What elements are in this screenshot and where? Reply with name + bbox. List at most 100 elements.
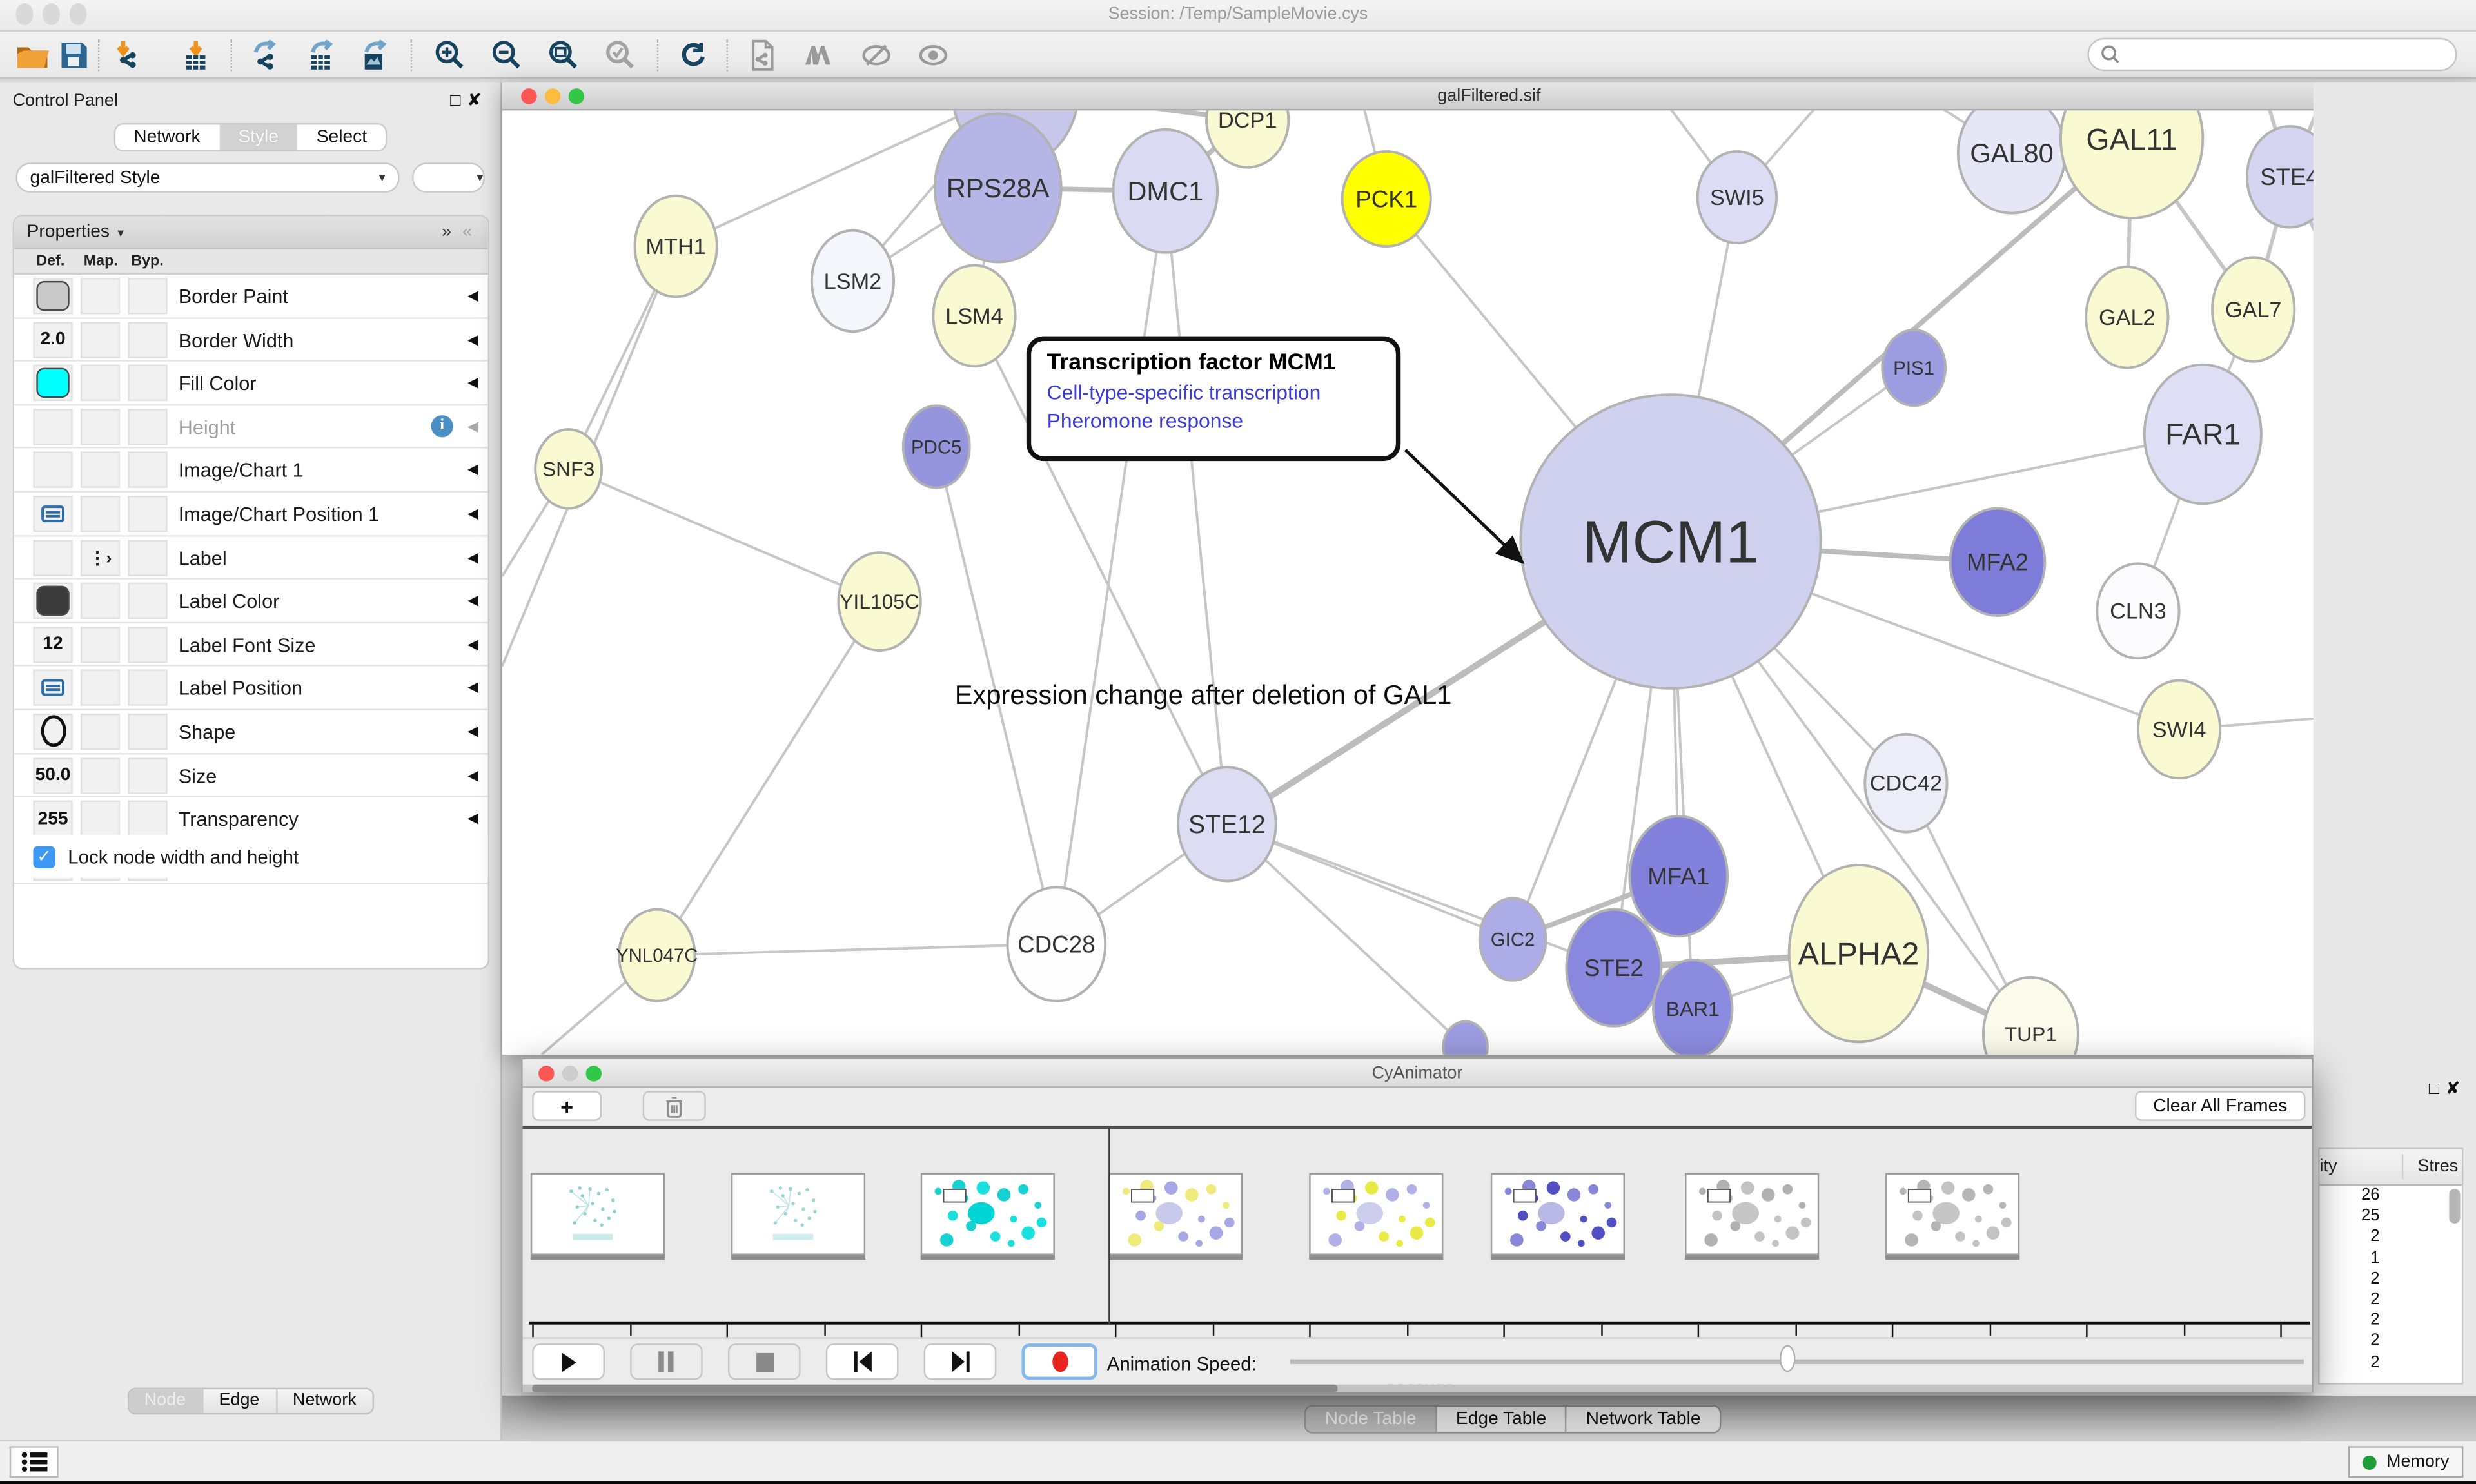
default-value[interactable]: 50.0	[35, 766, 71, 785]
map-cell[interactable]	[81, 670, 120, 706]
timeline-frame-4[interactable]	[1309, 1173, 1443, 1255]
def-cell[interactable]	[33, 714, 72, 750]
table-row[interactable]: 2	[2320, 1352, 2462, 1372]
search-input[interactable]	[2121, 45, 2421, 64]
property-row-image-chart-position-1[interactable]: Image/Chart Position 1◀	[14, 493, 488, 536]
table-scrollbar[interactable]	[2449, 1189, 2460, 1371]
timeline-frame-5[interactable]	[1491, 1173, 1625, 1255]
info-icon[interactable]: i	[431, 415, 453, 437]
default-value[interactable]: 2.0	[40, 330, 65, 349]
discrete-mapping-icon[interactable]: ⋮›	[89, 547, 112, 568]
map-cell[interactable]	[81, 801, 120, 837]
def-cell[interactable]	[33, 409, 72, 445]
close-icon[interactable]: ✘	[2446, 1080, 2466, 1098]
speed-slider-thumb[interactable]	[1780, 1345, 1795, 1372]
network-node-ynl047c[interactable]: YNL047C	[616, 910, 698, 1001]
show-details-icon[interactable]	[913, 36, 954, 74]
property-row-fill-color[interactable]: Fill Color◀	[14, 362, 488, 405]
add-frame-button[interactable]: +	[532, 1091, 602, 1121]
tab-style[interactable]: Style	[219, 124, 297, 150]
timeline-scrollbar[interactable]	[523, 1385, 2312, 1392]
import-network-icon[interactable]	[108, 36, 149, 74]
table-row[interactable]: 2	[2320, 1290, 2462, 1311]
network-node-yil105c[interactable]: YIL105C	[838, 552, 920, 650]
map-cell[interactable]	[81, 278, 120, 314]
network-node-gic2[interactable]: GIC2	[1480, 898, 1546, 980]
timeline-frame-7[interactable]	[1885, 1173, 2019, 1255]
byp-cell[interactable]	[128, 365, 167, 401]
skip-to-end-button[interactable]	[924, 1343, 997, 1380]
byp-cell[interactable]	[128, 757, 167, 793]
open-session-icon[interactable]	[13, 36, 54, 74]
status-menu-button[interactable]	[10, 1446, 59, 1478]
default-value-swatch[interactable]	[36, 586, 69, 616]
search-network-icon[interactable]	[799, 36, 840, 74]
property-row-label-position[interactable]: Label Position◀	[14, 667, 488, 710]
def-cell[interactable]	[33, 670, 72, 706]
zoom-in-icon[interactable]	[429, 36, 471, 74]
map-cell[interactable]	[81, 365, 120, 401]
property-row-transparency[interactable]: 255Transparency◀	[14, 797, 488, 841]
map-cell[interactable]	[81, 757, 120, 793]
stop-button[interactable]	[728, 1343, 801, 1380]
timeline-area[interactable]: 0123456789 Seconds	[523, 1126, 2312, 1337]
table-row[interactable]: 25	[2320, 1206, 2462, 1227]
lock-size-checkbox[interactable]: ✓	[33, 845, 55, 867]
delete-frame-button[interactable]	[643, 1091, 706, 1121]
property-row-shape[interactable]: Shape◀	[14, 710, 488, 754]
table-row[interactable]: 2	[2320, 1311, 2462, 1331]
map-cell[interactable]: ⋮›	[81, 539, 120, 575]
network-node-mfa1[interactable]: MFA1	[1629, 816, 1727, 936]
map-cell[interactable]	[81, 409, 120, 445]
pause-button[interactable]	[630, 1343, 703, 1380]
network-node-ste2[interactable]: STE2	[1566, 910, 1661, 1026]
byp-cell[interactable]	[128, 452, 167, 488]
global-search-box[interactable]	[2088, 38, 2457, 71]
bottom-tab-network[interactable]: Network	[275, 1389, 372, 1413]
ellipse-shape-icon[interactable]	[40, 716, 65, 747]
tab-edge-table[interactable]: Edge Table	[1435, 1407, 1566, 1432]
network-node-gal7[interactable]: GAL7	[2212, 257, 2294, 362]
def-cell[interactable]	[33, 278, 72, 314]
network-node-node37[interactable]	[1443, 1021, 1488, 1054]
import-table-icon[interactable]	[175, 36, 217, 74]
network-node-lsm2[interactable]: LSM2	[812, 231, 894, 332]
property-row-label[interactable]: ⋮›Label◀	[14, 536, 488, 580]
timeline-frame-3[interactable]	[1108, 1173, 1243, 1255]
position-icon[interactable]	[41, 503, 65, 524]
float-icon[interactable]: □	[2429, 1080, 2446, 1098]
network-snapshot-icon[interactable]	[742, 36, 783, 74]
tab-network[interactable]: Network	[115, 124, 219, 150]
table-row[interactable]: 26	[2320, 1186, 2462, 1206]
timeline-scrollbar-thumb[interactable]	[532, 1385, 1337, 1392]
network-node-dmc1[interactable]: DMC1	[1114, 130, 1218, 253]
float-icon[interactable]: □	[450, 92, 467, 110]
map-cell[interactable]	[81, 322, 120, 358]
property-row-label-color[interactable]: Label Color◀	[14, 580, 488, 623]
network-canvas[interactable]: RPS28BDCP1RPS28ADMC1PCK1SWI5GAL80GAL11ST…	[502, 110, 2476, 1054]
hide-details-icon[interactable]	[856, 36, 897, 74]
collapse-arrow-icon[interactable]: ◀	[467, 810, 478, 828]
play-button[interactable]	[532, 1343, 605, 1380]
network-node-alpha2[interactable]: ALPHA2	[1789, 865, 1929, 1042]
network-node-swi4[interactable]: SWI4	[2138, 681, 2220, 779]
byp-cell[interactable]	[128, 583, 167, 619]
timeline-frame-0[interactable]	[531, 1173, 665, 1255]
network-edge[interactable]	[1165, 191, 1227, 824]
default-value[interactable]: 255	[38, 809, 68, 828]
def-cell[interactable]	[33, 496, 72, 532]
byp-cell[interactable]	[128, 627, 167, 663]
collapse-arrow-icon[interactable]: ◀	[467, 288, 478, 305]
default-value-swatch[interactable]	[36, 281, 69, 311]
tab-select[interactable]: Select	[297, 124, 386, 150]
def-cell[interactable]: 2.0	[33, 322, 72, 358]
byp-cell[interactable]	[128, 670, 167, 706]
default-value[interactable]: 12	[43, 635, 63, 654]
network-edge[interactable]	[657, 601, 879, 955]
annotation-link-1[interactable]: Cell-type-specific transcription	[1047, 380, 1380, 404]
zoom-selected-icon[interactable]	[600, 36, 642, 74]
def-cell[interactable]	[33, 539, 72, 575]
byp-cell[interactable]	[128, 322, 167, 358]
record-button[interactable]	[1021, 1343, 1097, 1380]
byp-cell[interactable]	[128, 496, 167, 532]
